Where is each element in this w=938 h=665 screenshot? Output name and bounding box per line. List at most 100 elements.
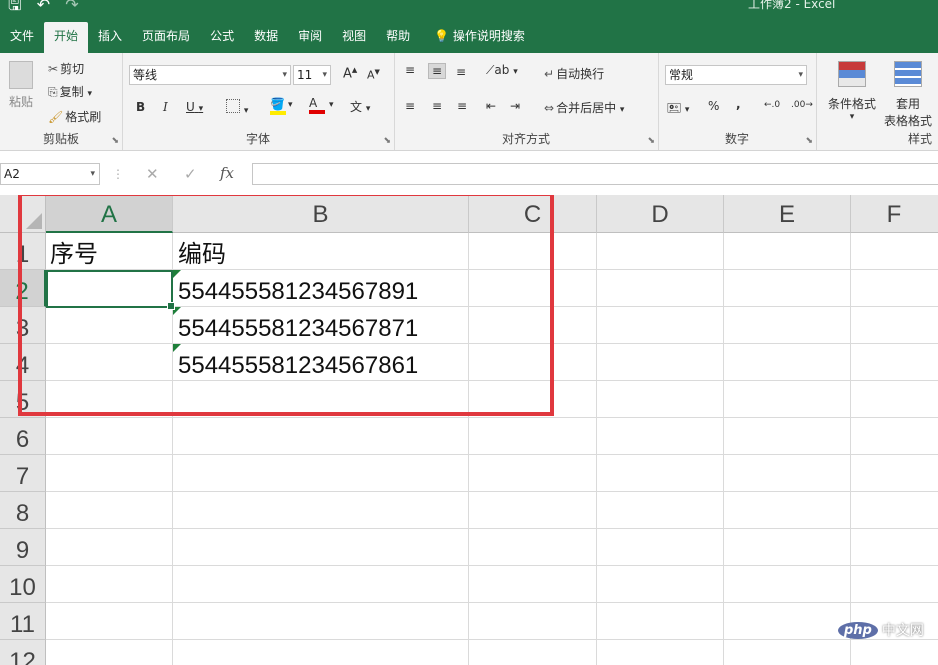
fill-color-dropdown[interactable]: ▾: [288, 100, 293, 110]
format-as-table-button[interactable]: 套用 表格格式: [878, 61, 938, 129]
borders-button[interactable]: ▾: [226, 99, 248, 116]
font-color-dropdown[interactable]: ▾: [329, 100, 334, 110]
chevron-down-icon: ▾: [322, 70, 327, 80]
tab-insert[interactable]: 插入: [88, 22, 132, 50]
decrease-decimal-button[interactable]: .00→: [791, 100, 813, 110]
dialog-launcher-icon[interactable]: ⬊: [383, 136, 391, 146]
row-header-7[interactable]: 7: [0, 455, 46, 492]
save-icon[interactable]: 🖫: [8, 0, 22, 21]
insert-function-button[interactable]: fx: [220, 164, 234, 182]
title-bar: 🖫 ↶ ↷ 工作簿2 - Excel 文件 开始 插入 页面布局 公式 数据 审…: [0, 0, 938, 53]
tab-file[interactable]: 文件: [0, 22, 44, 50]
number-format-value: 常规: [669, 68, 694, 82]
splitter-handle[interactable]: ⋮: [112, 167, 124, 181]
row-header-11[interactable]: 11: [0, 603, 46, 640]
accounting-format-button[interactable]: 🖭 ▾: [667, 99, 689, 120]
align-left-button[interactable]: ≡: [405, 99, 415, 113]
font-size-value: 11: [297, 68, 313, 82]
gridline: [46, 565, 938, 566]
gridline: [850, 233, 851, 665]
align-top-button[interactable]: ≡: [405, 63, 415, 77]
orientation-button[interactable]: ⟋ab ▾: [486, 63, 518, 78]
italic-button[interactable]: I: [163, 100, 168, 114]
fill-color-swatch: [270, 111, 286, 115]
format-painter-button[interactable]: 🖌 格式刷: [48, 108, 101, 125]
chevron-down-icon: ▾: [282, 70, 287, 80]
conditional-formatting-button[interactable]: 条件格式 ▾: [824, 61, 880, 122]
bold-button[interactable]: B: [136, 100, 145, 114]
formula-bar: A2 ▾ ⋮ ✕ ✓ fx: [0, 151, 938, 193]
dialog-launcher-icon[interactable]: ⬊: [805, 136, 813, 146]
fill-color-button[interactable]: 🪣: [270, 97, 286, 115]
align-center-button[interactable]: ≡: [432, 99, 442, 113]
tab-data[interactable]: 数据: [244, 22, 288, 50]
tab-home[interactable]: 开始: [44, 22, 89, 53]
align-middle-button[interactable]: ≡: [428, 63, 447, 79]
currency-icon: 🖭: [667, 101, 682, 115]
cancel-icon[interactable]: ✕: [146, 165, 159, 183]
font-color-button[interactable]: A: [309, 96, 325, 114]
worksheet-grid[interactable]: A B C D E F 1 2 3 4 5 6 7 8 9 10 11 12 序…: [0, 195, 938, 665]
font-size-dropdown[interactable]: 11 ▾: [293, 65, 331, 85]
row-header-10[interactable]: 10: [0, 566, 46, 603]
dialog-launcher-icon[interactable]: ⬊: [647, 136, 655, 146]
underline-button[interactable]: U ▾: [186, 100, 203, 114]
tab-review[interactable]: 审阅: [288, 22, 332, 50]
font-name-dropdown[interactable]: 等线 ▾: [129, 65, 291, 85]
number-format-dropdown[interactable]: 常规 ▾: [665, 65, 807, 85]
gridline: [46, 639, 938, 640]
clipboard-group: 粘贴 ✂ 剪切 ⎘ 复制 ▾ 🖌 格式刷 剪贴板 ⬊: [0, 53, 123, 150]
percent-button[interactable]: %: [708, 99, 719, 113]
alignment-group: ≡ ≡ ≡ ⟋ab ▾ ↵ 自动换行 ≡ ≡ ≡ ⇤ ⇥ ⇔ 合并后居中 ▾ 对齐方…: [394, 53, 659, 150]
paintbrush-icon: 🖌: [48, 110, 64, 124]
increase-indent-button[interactable]: ⇥: [510, 99, 520, 113]
highlight-box: [18, 195, 554, 416]
row-header-6[interactable]: 6: [0, 418, 46, 455]
chevron-down-icon: ▾: [90, 169, 95, 179]
font-color-swatch: [309, 110, 325, 114]
increase-decimal-button[interactable]: ←.0: [764, 100, 780, 110]
align-right-button[interactable]: ≡: [457, 99, 467, 113]
php-logo: php: [838, 621, 878, 639]
phonetic-button[interactable]: 文 ▾: [350, 98, 370, 115]
row-header-12[interactable]: 12: [0, 640, 46, 665]
font-color-letter: A: [309, 96, 318, 110]
copy-button[interactable]: ⎘ 复制 ▾: [48, 83, 92, 100]
cut-button[interactable]: ✂ 剪切: [48, 60, 84, 77]
merge-label: 合并后居中: [556, 101, 617, 115]
undo-icon[interactable]: ↶: [37, 0, 50, 14]
checkmark-icon[interactable]: ✓: [184, 165, 197, 183]
wrap-text-button[interactable]: ↵ 自动换行: [544, 65, 604, 82]
grow-font-button[interactable]: A▲: [343, 66, 357, 81]
alignment-group-label: 对齐方式: [501, 132, 550, 146]
paste-icon: [9, 61, 33, 89]
tab-page-layout[interactable]: 页面布局: [132, 22, 200, 50]
tab-view[interactable]: 视图: [332, 22, 376, 50]
scissors-icon: ✂: [48, 62, 59, 76]
shrink-font-button[interactable]: A▼: [367, 68, 380, 82]
tab-formulas[interactable]: 公式: [200, 22, 244, 50]
tab-help[interactable]: 帮助: [376, 22, 420, 50]
font-group-label: 字体: [245, 132, 270, 146]
name-box[interactable]: A2 ▾: [0, 163, 100, 185]
redo-icon[interactable]: ↷: [65, 0, 78, 14]
quick-access-toolbar: 🖫 ↶ ↷: [8, 0, 89, 21]
dialog-launcher-icon[interactable]: ⬊: [111, 136, 119, 146]
row-header-9[interactable]: 9: [0, 529, 46, 566]
paste-button[interactable]: 粘贴: [6, 61, 36, 110]
column-header-d[interactable]: D: [597, 195, 724, 233]
merge-center-button[interactable]: ⇔ 合并后居中 ▾: [544, 99, 624, 116]
conditional-formatting-label: 条件格式: [827, 97, 876, 111]
window-title: 工作簿2 - Excel: [748, 0, 836, 11]
tell-me-search[interactable]: 💡 操作说明搜索: [420, 22, 525, 50]
column-header-e[interactable]: E: [724, 195, 851, 233]
align-bottom-button[interactable]: ≡: [456, 65, 466, 79]
styles-group-label: 样式: [907, 132, 932, 146]
row-header-8[interactable]: 8: [0, 492, 46, 529]
merge-icon: ⇔: [544, 101, 555, 115]
decrease-indent-button[interactable]: ⇤: [486, 99, 496, 113]
formula-input[interactable]: [252, 163, 938, 185]
underline-label: U: [186, 100, 195, 114]
comma-button[interactable]: ,: [736, 97, 741, 111]
column-header-f[interactable]: F: [851, 195, 938, 233]
